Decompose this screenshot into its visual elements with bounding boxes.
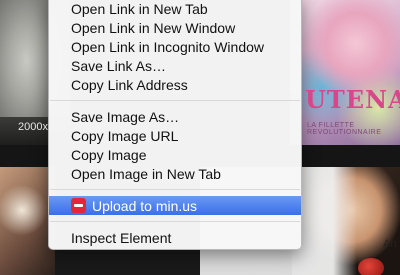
menu-separator (50, 189, 300, 190)
menu-item-copy-image-url[interactable]: Copy Image URL (49, 126, 301, 145)
menu-item-label: Copy Link Address (71, 76, 188, 93)
thumbnail-image[interactable] (292, 167, 400, 275)
menu-item-open-link-new-tab[interactable]: Open Link in New Tab (49, 0, 301, 18)
menu-item-label: Copy Image (71, 146, 147, 163)
menu-item-label: Open Link in Incognito Window (71, 38, 264, 55)
menu-item-open-link-incognito[interactable]: Open Link in Incognito Window (49, 37, 301, 56)
artwork-subtitle: LA FILLETTE REVOLUTIONNAIRE (307, 122, 382, 136)
menu-item-label: Open Link in New Window (71, 19, 236, 36)
menu-item-label: Save Link As… (71, 57, 166, 74)
menu-item-label: Save Image As… (71, 108, 180, 125)
menu-item-save-link-as[interactable]: Save Link As… (49, 56, 301, 75)
minus-extension-icon (71, 198, 86, 213)
menu-item-label: Upload to min.us (92, 197, 198, 214)
menu-item-upload-to-minus[interactable]: Upload to min.us (49, 196, 301, 215)
context-menu: Open Link in New Tab Open Link in New Wi… (48, 0, 302, 250)
menu-item-label: Open Link in New Tab (71, 0, 208, 17)
menu-item-open-image-new-tab[interactable]: Open Image in New Tab (49, 164, 301, 183)
menu-item-copy-image[interactable]: Copy Image (49, 145, 301, 164)
menu-item-open-link-new-window[interactable]: Open Link in New Window (49, 18, 301, 37)
artwork-logo: UTENA (305, 85, 400, 114)
menu-item-save-image-as[interactable]: Save Image As… (49, 107, 301, 126)
menu-item-label: Copy Image URL (71, 127, 179, 144)
menu-item-copy-link-address[interactable]: Copy Link Address (49, 75, 301, 94)
image-caption: An (383, 238, 397, 250)
menu-item-inspect-element[interactable]: Inspect Element (49, 228, 301, 247)
menu-separator (50, 100, 300, 101)
image-size-caption: 2000x (18, 121, 48, 133)
menu-separator (50, 221, 300, 222)
apple-image-detail (358, 258, 384, 275)
thumbnail-image[interactable] (0, 167, 55, 275)
menu-item-label: Inspect Element (71, 229, 172, 246)
menu-item-label: Open Image in New Tab (71, 165, 221, 182)
